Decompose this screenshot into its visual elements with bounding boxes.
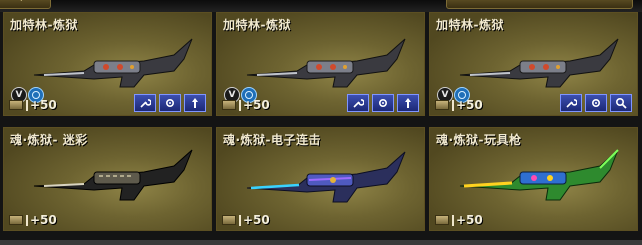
up-arrow-icon [192,98,198,108]
ammo-indicator: +50 [222,213,270,227]
ammo-icon [9,215,23,225]
ammo-icon [9,100,23,110]
wrench-button[interactable] [560,94,582,112]
weapon-card[interactable]: 魂·炼狱-电子连击 +50 [216,127,425,231]
card-actions [134,94,206,112]
gear-button[interactable] [585,94,607,112]
ammo-bar [452,99,454,111]
gear-button[interactable] [372,94,394,112]
upgrade-button[interactable] [184,94,206,112]
weapon-card[interactable]: 加特林-炼狱 V +50 [216,12,425,116]
weapon-card[interactable]: 加特林-炼狱 V +50 [429,12,638,116]
wrench-button[interactable] [134,94,156,112]
top-tab-button[interactable] [446,0,633,9]
ammo-icon [435,100,449,110]
top-bar [0,0,642,12]
card-actions [347,94,419,112]
wrench-icon [353,99,364,108]
ammo-indicator: +50 [435,213,483,227]
card-actions [560,94,632,112]
ammo-indicator: +50 [9,213,57,227]
back-button[interactable] [0,0,51,9]
weapon-card[interactable]: 魂·炼狱-玩具枪 +50 [429,127,638,231]
wrench-icon [566,99,577,108]
ammo-bar [239,214,241,226]
wrench-icon [140,99,151,108]
weapon-image [246,38,406,88]
back-arrow-icon [15,0,22,1]
weapon-grid: 加特林-炼狱 V +50 加特林-炼狱 V +50 加特林-炼狱 V +50 魂… [0,12,642,245]
ammo-value: +50 [243,213,270,227]
ammo-icon [222,215,236,225]
ammo-bar [452,214,454,226]
weapon-card[interactable]: 魂·炼狱- 迷彩 +50 [3,127,212,231]
weapon-image [246,151,406,203]
up-arrow-icon [405,98,411,108]
ammo-value: +50 [30,213,57,227]
ammo-bar [239,99,241,111]
weapon-card[interactable]: 加特林-炼狱 V +50 [3,12,212,116]
weapon-image [459,38,619,88]
ammo-bar [26,99,28,111]
wrench-button[interactable] [347,94,369,112]
gear-icon [378,98,388,108]
ammo-value: +50 [243,98,270,112]
weapon-image [33,38,193,88]
upgrade-button[interactable] [397,94,419,112]
ammo-value: +50 [30,98,57,112]
inspect-button[interactable] [610,94,632,112]
gear-icon [165,98,175,108]
gear-icon [591,98,601,108]
ammo-indicator: +50 [9,98,57,112]
ammo-indicator: +50 [435,98,483,112]
ammo-icon [435,215,449,225]
ammo-bar [26,214,28,226]
ammo-value: +50 [456,213,483,227]
bottom-strip [0,240,642,245]
weapon-image [459,149,619,201]
gear-button[interactable] [159,94,181,112]
ammo-value: +50 [456,98,483,112]
ammo-icon [222,100,236,110]
weapon-image [33,149,193,201]
ammo-indicator: +50 [222,98,270,112]
magnifier-icon [615,97,627,109]
